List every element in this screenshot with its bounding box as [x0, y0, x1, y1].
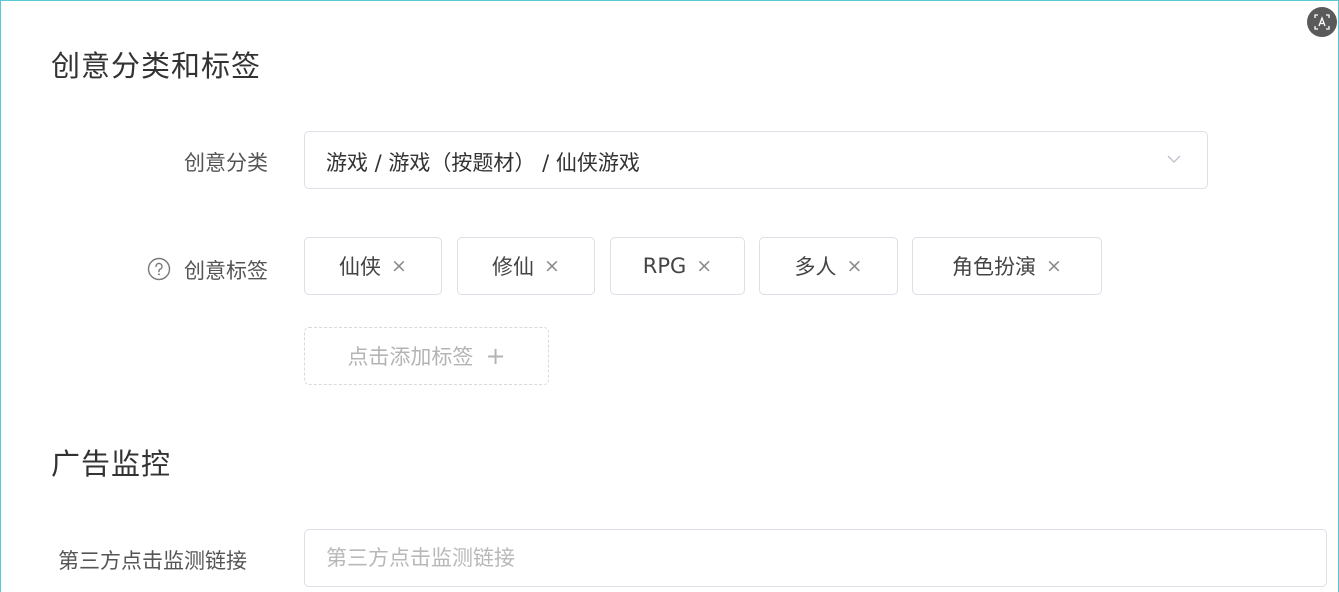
tag-label: RPG — [642, 254, 687, 278]
section-title-creative: 创意分类和标签 — [51, 49, 262, 83]
question-circle-icon[interactable] — [147, 257, 171, 281]
close-icon[interactable]: × — [391, 256, 407, 276]
tag-label: 多人 — [794, 255, 837, 279]
tag-label: 角色扮演 — [952, 255, 1037, 279]
close-icon[interactable]: × — [1046, 256, 1062, 276]
click-url-input[interactable] — [304, 529, 1327, 587]
tag-chip: 仙侠 × — [304, 237, 442, 295]
translate-tool-button[interactable] — [1307, 7, 1337, 37]
plus-icon: + — [485, 342, 506, 370]
tag-chip: 修仙 × — [457, 237, 595, 295]
form-panel: 创意分类和标签 创意分类 游戏 / 游戏（按题材） / 仙侠游戏 创意标签 仙侠… — [0, 0, 1339, 592]
category-select[interactable]: 游戏 / 游戏（按题材） / 仙侠游戏 — [304, 131, 1208, 189]
category-label: 创意分类 — [184, 151, 268, 175]
tags-label: 创意标签 — [184, 259, 268, 283]
tag-chip: 多人 × — [759, 237, 898, 295]
tag-label: 修仙 — [492, 255, 535, 279]
category-select-value: 游戏 / 游戏（按题材） / 仙侠游戏 — [326, 151, 640, 175]
add-tag-label: 点击添加标签 — [347, 345, 474, 369]
close-icon[interactable]: × — [847, 256, 863, 276]
tag-chip: 角色扮演 × — [912, 237, 1102, 295]
add-tag-button[interactable]: 点击添加标签 + — [304, 327, 549, 385]
tag-label: 仙侠 — [339, 255, 382, 279]
translate-icon — [1314, 14, 1330, 30]
section-title-monitoring: 广告监控 — [51, 447, 172, 481]
click-url-label: 第三方点击监测链接 — [58, 549, 247, 573]
tag-chip: RPG × — [610, 237, 745, 295]
close-icon[interactable]: × — [544, 256, 560, 276]
chevron-down-icon — [1167, 155, 1181, 163]
close-icon[interactable]: × — [696, 256, 712, 276]
